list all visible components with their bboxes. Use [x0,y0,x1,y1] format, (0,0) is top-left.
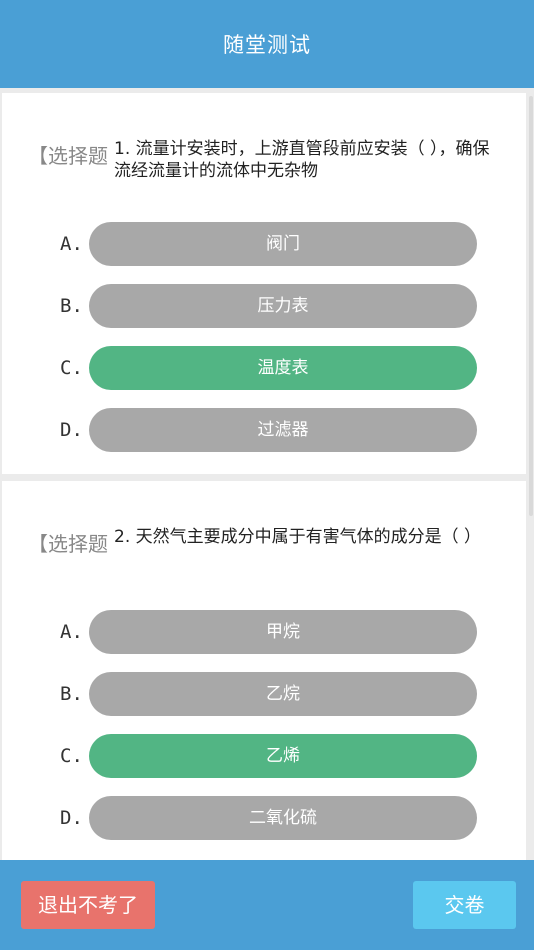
option-b-button[interactable]: 压力表 [89,284,477,328]
option-b-button[interactable]: 乙烷 [89,672,477,716]
page-title: 随堂测试 [223,33,311,57]
option-letter: B. [60,683,83,705]
option-letter: B. [60,295,83,317]
question-card-1: 【选择题 1. 流量计安装时，上游直管段前应安装（ ），确保流经流量计的流体中无… [2,93,526,474]
option-letter: D. [60,419,83,441]
option-d-button[interactable]: 过滤器 [89,408,477,452]
option-b: B. 乙烷 [57,672,477,716]
option-letter: C. [60,745,83,767]
question-text: 2. 天然气主要成分中属于有害气体的成分是（ ） [114,527,482,547]
bottom-bar: 退出不考了 交卷 [0,860,534,950]
option-a-button[interactable]: 甲烷 [89,610,477,654]
option-letter: D. [60,807,83,829]
submit-quiz-button[interactable]: 交卷 [413,881,516,929]
question-card-2: 【选择题 2. 天然气主要成分中属于有害气体的成分是（ ） A. 甲烷 B. 乙… [2,481,526,860]
exit-quiz-button[interactable]: 退出不考了 [21,881,155,929]
option-d-button[interactable]: 二氧化硫 [89,796,477,840]
quiz-content[interactable]: 【选择题 1. 流量计安装时，上游直管段前应安装（ ），确保流经流量计的流体中无… [0,88,534,860]
question-type-tag: 【选择题 [28,144,108,168]
option-d: D. 过滤器 [57,408,477,452]
option-a-button[interactable]: 阀门 [89,222,477,266]
option-c-button[interactable]: 乙烯 [89,734,477,778]
option-letter: A. [60,621,83,643]
scrollbar[interactable] [529,96,533,516]
app-header: 随堂测试 [0,0,534,88]
option-d: D. 二氧化硫 [57,796,477,840]
option-c: C. 乙烯 [57,734,477,778]
option-letter: A. [60,233,83,255]
option-b: B. 压力表 [57,284,477,328]
question-text: 1. 流量计安装时，上游直管段前应安装（ ），确保流经流量计的流体中无杂物 [114,139,490,181]
option-letter: C. [60,357,83,379]
option-a: A. 甲烷 [57,610,477,654]
question-type-tag: 【选择题 [28,532,108,556]
option-a: A. 阀门 [57,222,477,266]
option-c-button[interactable]: 温度表 [89,346,477,390]
option-c: C. 温度表 [57,346,477,390]
